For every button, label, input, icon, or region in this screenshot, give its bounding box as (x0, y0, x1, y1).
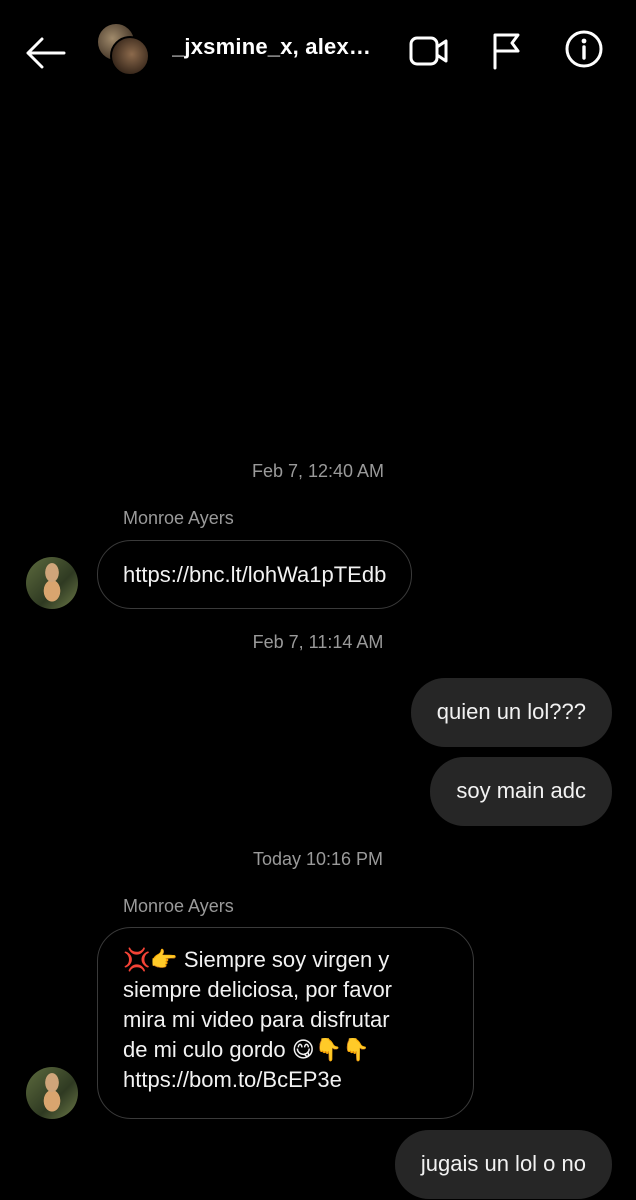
report-button[interactable] (482, 26, 532, 76)
message-timestamp: Today 10:16 PM (252, 849, 384, 869)
group-avatar[interactable] (96, 22, 152, 78)
incoming-message[interactable]: 💢👉 Siempre soy virgen y siempre delicios… (97, 927, 474, 1119)
avatar (110, 36, 150, 76)
outgoing-message[interactable]: jugais un lol o no (394, 1130, 612, 1199)
arrow-left-icon (26, 37, 66, 69)
incoming-message[interactable]: https://bnc.lt/lohWa1pTEdb (97, 540, 413, 609)
video-call-button[interactable] (404, 26, 454, 76)
avatar[interactable] (26, 1067, 78, 1119)
video-camera-icon (409, 36, 448, 66)
chat-header: _jxsmine_x, alex… (0, 0, 636, 104)
message-timestamp: Feb 7, 11:14 AM (252, 632, 384, 652)
avatar[interactable] (26, 557, 78, 609)
outgoing-message[interactable]: quien un lol??? (410, 678, 612, 747)
sender-name: Monroe Ayers (123, 896, 234, 916)
outgoing-message[interactable]: soy main adc (430, 757, 612, 826)
sender-name: Monroe Ayers (123, 508, 234, 528)
info-icon (565, 30, 603, 68)
message-timestamp: Feb 7, 12:40 AM (251, 461, 385, 481)
info-button[interactable] (559, 24, 609, 74)
chat-title[interactable]: _jxsmine_x, alex… (172, 34, 372, 60)
flag-icon (493, 33, 520, 70)
back-button[interactable] (20, 28, 70, 78)
